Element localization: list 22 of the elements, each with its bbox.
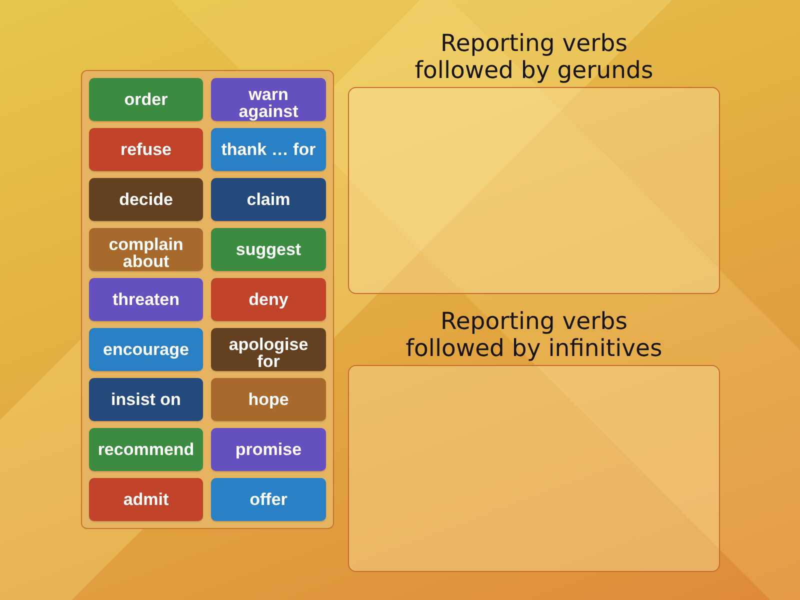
word-tile[interactable]: claim (211, 178, 326, 221)
word-tile[interactable]: thank … for (211, 128, 326, 171)
drop-zone[interactable] (348, 365, 720, 572)
word-tile[interactable]: admit (89, 478, 203, 521)
group-heading: Reporting verbs followed by gerunds (414, 30, 654, 84)
word-tile[interactable]: threaten (89, 278, 203, 321)
word-tile[interactable]: promise (211, 428, 326, 471)
word-tile[interactable]: apologise for (211, 328, 326, 371)
drop-zone[interactable] (348, 87, 720, 294)
word-tile[interactable]: hope (211, 378, 326, 421)
word-tile[interactable]: decide (89, 178, 203, 221)
word-tile[interactable]: deny (211, 278, 326, 321)
word-tile[interactable]: complain about (89, 228, 203, 271)
word-tile[interactable]: order (89, 78, 203, 121)
word-tile[interactable]: suggest (211, 228, 326, 271)
word-tile[interactable]: encourage (89, 328, 203, 371)
word-tile[interactable]: offer (211, 478, 326, 521)
word-tile[interactable]: refuse (89, 128, 203, 171)
word-tile[interactable]: recommend (89, 428, 203, 471)
group-heading: Reporting verbs followed by infinitives (404, 308, 664, 362)
word-tile[interactable]: insist on (89, 378, 203, 421)
word-tile[interactable]: warn against (211, 78, 326, 121)
